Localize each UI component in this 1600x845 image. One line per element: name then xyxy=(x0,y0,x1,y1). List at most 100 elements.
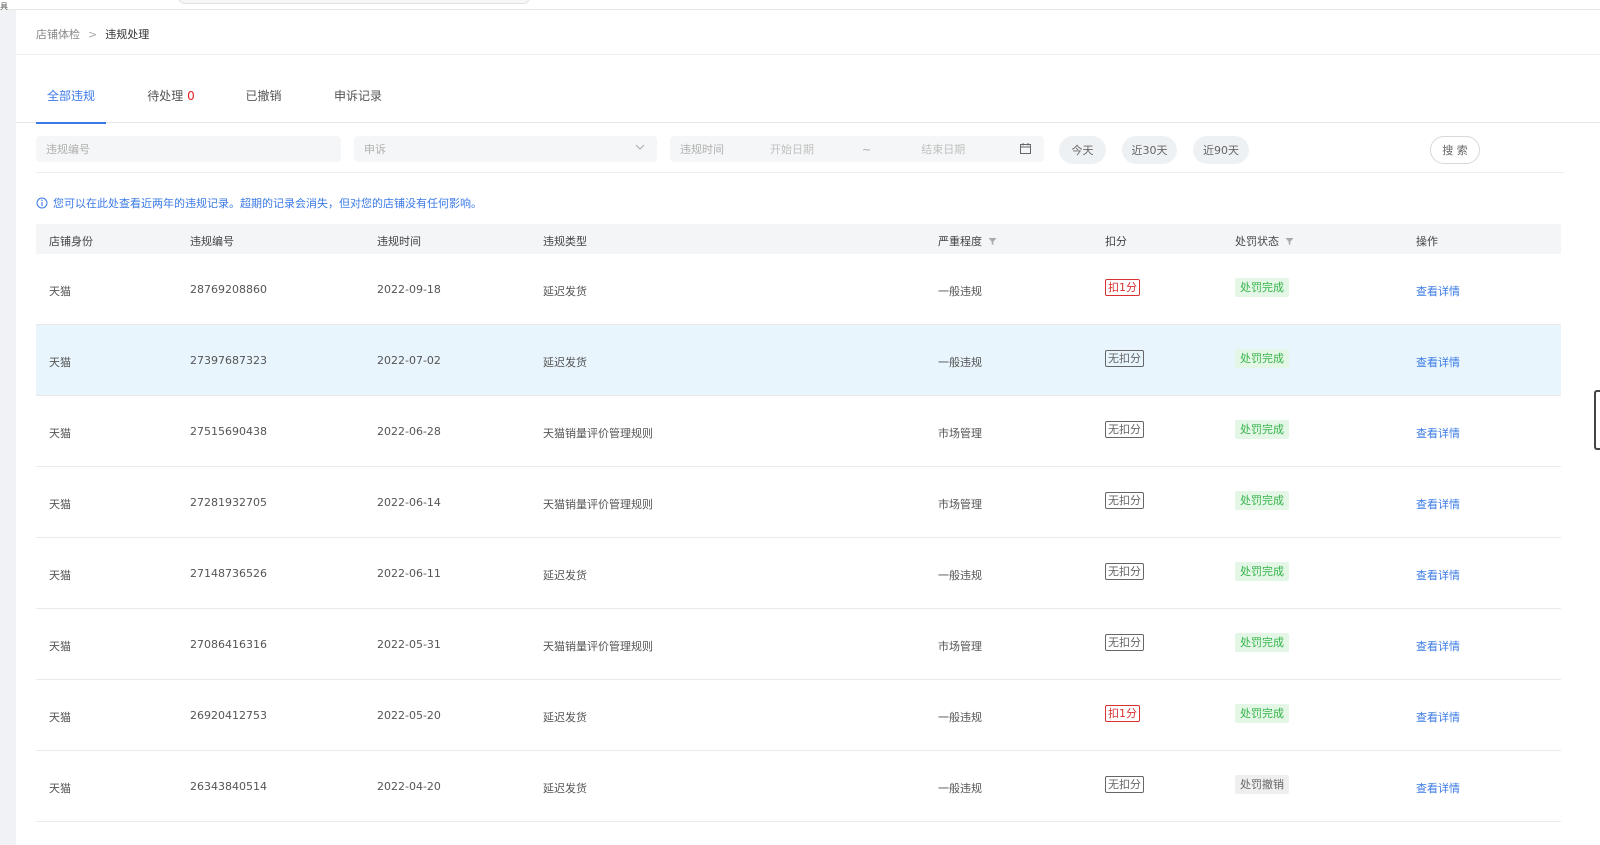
view-details-link[interactable]: 查看详情 xyxy=(1416,283,1460,299)
search-button[interactable]: 搜 索 xyxy=(1430,136,1480,164)
info-circle-icon xyxy=(36,197,48,209)
left-gutter xyxy=(0,10,16,845)
chevron-down-icon xyxy=(635,144,645,150)
violation-time-label: 违规时间 xyxy=(680,143,724,156)
view-details-link[interactable]: 查看详情 xyxy=(1416,638,1460,654)
col-actions: 操作 xyxy=(1416,233,1438,249)
cell-severity: 一般违规 xyxy=(938,356,982,369)
view-details-link[interactable]: 查看详情 xyxy=(1416,709,1460,725)
tab-label: 待处理 xyxy=(147,89,184,103)
points-badge: 无扣分 xyxy=(1105,350,1144,367)
cell-violation-type: 天猫销量评价管理规则 xyxy=(543,640,653,653)
main-page: 店铺体检 > 违规处理 全部违规 待处理 0 已撤销 申诉记录 申诉 xyxy=(16,10,1600,845)
table-header: 店铺身份 违规编号 违规时间 违规类型 严重程度 扣分 处罚状态 操作 xyxy=(36,224,1561,254)
col-identity: 店铺身份 xyxy=(49,233,93,249)
col-penalty-status: 处罚状态 xyxy=(1235,233,1294,249)
col-label: 处罚状态 xyxy=(1235,235,1279,248)
points-badge: 无扣分 xyxy=(1105,634,1144,651)
breadcrumb-parent[interactable]: 店铺体检 xyxy=(36,26,80,42)
table-row[interactable]: 天猫 28769208860 2022-09-18 延迟发货 一般违规 扣1分 处罚完成 查看… xyxy=(36,254,1561,325)
cell-violation-type: 天猫销量评价管理规则 xyxy=(543,427,653,440)
col-severity: 严重程度 xyxy=(938,233,997,249)
cell-severity: 一般违规 xyxy=(938,782,982,795)
cell-identity: 天猫 xyxy=(49,356,71,369)
tab-all-violations[interactable]: 全部违规 xyxy=(36,83,106,124)
penalty-status-badge: 处罚完成 xyxy=(1235,704,1289,723)
cell-severity: 市场管理 xyxy=(938,640,982,653)
table-row[interactable]: 天猫 27397687323 2022-07-02 延迟发货 一般违规 无扣分 处罚完成 查看… xyxy=(36,325,1561,396)
filter-bar: 申诉 违规时间 开始日期 ~ 结束日期 今天 近30天 近90天 搜 索 xyxy=(16,136,1600,166)
view-details-link[interactable]: 查看详情 xyxy=(1416,780,1460,796)
cell-violation-no: 27515690438 xyxy=(190,425,267,438)
col-label: 严重程度 xyxy=(938,235,982,248)
table-row[interactable]: 天猫 26343840514 2022-04-20 延迟发货 一般违规 无扣分 处罚撤销 查看… xyxy=(36,751,1561,822)
cell-identity: 天猫 xyxy=(49,711,71,724)
breadcrumb: 店铺体检 > 违规处理 xyxy=(36,26,149,42)
cell-violation-no: 26343840514 xyxy=(190,780,267,793)
violations-table: 店铺身份 违规编号 违规时间 违规类型 严重程度 扣分 处罚状态 操作 天猫 28… xyxy=(36,224,1561,822)
cell-severity: 一般违规 xyxy=(938,711,982,724)
start-date-input[interactable]: 开始日期 xyxy=(770,141,814,157)
quick-90-days-button[interactable]: 近90天 xyxy=(1193,136,1249,164)
col-label: 违规类型 xyxy=(543,235,587,248)
cell-violation-no: 27281932705 xyxy=(190,496,267,509)
filter-funnel-icon[interactable] xyxy=(1285,237,1294,246)
cell-violation-no: 27148736526 xyxy=(190,567,267,580)
penalty-status-badge: 处罚完成 xyxy=(1235,562,1289,581)
cell-violation-no: 28769208860 xyxy=(190,283,267,296)
scroll-handle[interactable] xyxy=(1594,390,1600,450)
view-details-link[interactable]: 查看详情 xyxy=(1416,425,1460,441)
col-label: 操作 xyxy=(1416,235,1438,248)
view-details-link[interactable]: 查看详情 xyxy=(1416,567,1460,583)
appeal-select[interactable]: 申诉 xyxy=(354,136,657,162)
cell-violation-no: 27397687323 xyxy=(190,354,267,367)
points-badge: 无扣分 xyxy=(1105,563,1144,580)
tab-bar: 全部违规 待处理 0 已撤销 申诉记录 xyxy=(16,83,1600,124)
cell-severity: 市场管理 xyxy=(938,427,982,440)
penalty-status-badge: 处罚完成 xyxy=(1235,420,1289,439)
range-separator: ~ xyxy=(862,142,872,156)
cell-identity: 天猫 xyxy=(49,427,71,440)
tab-appeal-records[interactable]: 申诉记录 xyxy=(334,83,382,123)
points-badge: 无扣分 xyxy=(1105,776,1144,793)
penalty-status-badge: 处罚完成 xyxy=(1235,278,1289,297)
col-label: 违规编号 xyxy=(190,235,234,248)
cell-violation-time: 2022-05-20 xyxy=(377,709,441,722)
violation-time-range[interactable]: 违规时间 开始日期 ~ 结束日期 xyxy=(670,136,1044,162)
view-details-link[interactable]: 查看详情 xyxy=(1416,354,1460,370)
table-row[interactable]: 天猫 26920412753 2022-05-20 延迟发货 一般违规 扣1分 处罚完成 查看… xyxy=(36,680,1561,751)
cell-severity: 市场管理 xyxy=(938,498,982,511)
penalty-status-badge: 处罚完成 xyxy=(1235,491,1289,510)
cell-violation-time: 2022-06-14 xyxy=(377,496,441,509)
cell-violation-time: 2022-06-28 xyxy=(377,425,441,438)
cell-violation-time: 2022-06-11 xyxy=(377,567,441,580)
table-row[interactable]: 天猫 27148736526 2022-06-11 延迟发货 一般违规 无扣分 处罚完成 查看… xyxy=(36,538,1561,609)
tab-revoked[interactable]: 已撤销 xyxy=(245,83,282,123)
cell-violation-no: 27086416316 xyxy=(190,638,267,651)
points-badge: 扣1分 xyxy=(1105,705,1140,722)
calendar-icon[interactable] xyxy=(1019,142,1032,155)
quick-30-days-button[interactable]: 近30天 xyxy=(1122,136,1177,164)
table-body: 天猫 28769208860 2022-09-18 延迟发货 一般违规 扣1分 处罚完成 查看… xyxy=(36,254,1561,822)
top-search-pill[interactable] xyxy=(178,0,530,4)
table-row[interactable]: 天猫 27086416316 2022-05-31 天猫销量评价管理规则 市场管理 无扣分… xyxy=(36,609,1561,680)
filter-funnel-icon[interactable] xyxy=(988,237,997,246)
points-badge: 无扣分 xyxy=(1105,492,1144,509)
points-badge: 无扣分 xyxy=(1105,421,1144,438)
quick-today-button[interactable]: 今天 xyxy=(1059,136,1106,164)
cell-violation-type: 延迟发货 xyxy=(543,569,587,582)
tab-pending[interactable]: 待处理 0 xyxy=(146,83,196,123)
cell-violation-time: 2022-09-18 xyxy=(377,283,441,296)
cell-violation-time: 2022-05-31 xyxy=(377,638,441,651)
table-row[interactable]: 天猫 27281932705 2022-06-14 天猫销量评价管理规则 市场管理 无扣分… xyxy=(36,467,1561,538)
cell-identity: 天猫 xyxy=(49,285,71,298)
cell-violation-time: 2022-07-02 xyxy=(377,354,441,367)
notice-text: 您可以在此处查看近两年的违规记录。超期的记录会消失，但对您的店铺没有任何影响。 xyxy=(53,197,482,210)
penalty-status-badge: 处罚完成 xyxy=(1235,349,1289,368)
table-row[interactable]: 天猫 27515690438 2022-06-28 天猫销量评价管理规则 市场管理 无扣分… xyxy=(36,396,1561,467)
violation-no-field[interactable] xyxy=(36,136,341,162)
view-details-link[interactable]: 查看详情 xyxy=(1416,496,1460,512)
retention-notice: 您可以在此处查看近两年的违规记录。超期的记录会消失，但对您的店铺没有任何影响。 xyxy=(36,195,482,211)
violation-no-input[interactable] xyxy=(46,142,341,156)
end-date-input[interactable]: 结束日期 xyxy=(921,141,965,157)
